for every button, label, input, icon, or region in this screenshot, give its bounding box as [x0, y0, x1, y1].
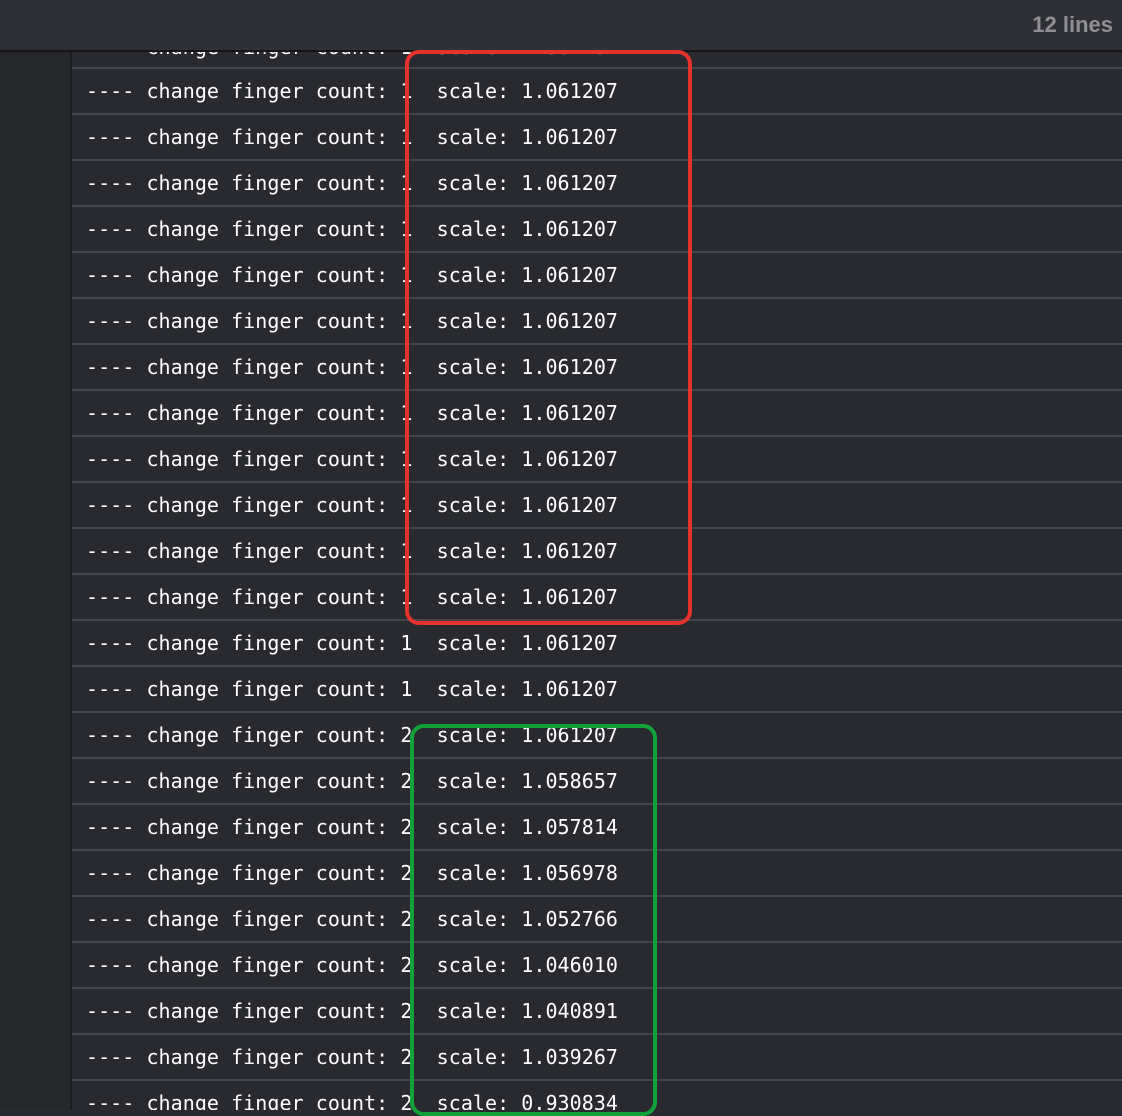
- log-line-text: ---- change finger count: 1 scale: 1.061…: [86, 125, 619, 149]
- log-line: ---- change finger count: 2 scale: 1.040…: [72, 989, 1122, 1035]
- log-line: ---- change finger count: 1 scale: 1.061…: [72, 207, 1122, 253]
- log-line-text: ---- change finger count: 2 scale: 1.061…: [86, 723, 619, 747]
- console-log-list: ---- change finger count: 1 scale: 1.061…: [72, 52, 1122, 1110]
- log-line: ---- change finger count: 1 scale: 1.061…: [72, 575, 1122, 621]
- log-line: ---- change finger count: 2 scale: 1.058…: [72, 759, 1122, 805]
- log-line-text: ---- change finger count: 1 scale: 1.061…: [86, 585, 619, 609]
- log-line: ---- change finger count: 1 scale: 1.061…: [72, 299, 1122, 345]
- log-line: ---- change finger count: 2 scale: 1.057…: [72, 805, 1122, 851]
- log-line: ---- change finger count: 2 scale: 1.046…: [72, 943, 1122, 989]
- log-line-text: ---- change finger count: 2 scale: 0.930…: [86, 1091, 619, 1110]
- log-line-text: ---- change finger count: 2 scale: 1.040…: [86, 999, 619, 1023]
- console-log-area[interactable]: ---- change finger count: 1 scale: 1.061…: [72, 52, 1122, 1110]
- log-line-text: ---- change finger count: 2 scale: 1.046…: [86, 953, 619, 977]
- log-line: ---- change finger count: 1 scale: 1.061…: [72, 115, 1122, 161]
- log-line-text: ---- change finger count: 2 scale: 1.058…: [86, 769, 619, 793]
- log-line: ---- change finger count: 2 scale: 0.930…: [72, 1081, 1122, 1110]
- log-line-text: ---- change finger count: 1 scale: 1.061…: [86, 401, 619, 425]
- log-line: ---- change finger count: 1 scale: 1.061…: [72, 667, 1122, 713]
- log-line-text: ---- change finger count: 1 scale: 1.061…: [86, 263, 619, 287]
- log-line-text: ---- change finger count: 1 scale: 1.061…: [86, 631, 619, 655]
- log-line-text: ---- change finger count: 2 scale: 1.056…: [86, 861, 619, 885]
- log-line: ---- change finger count: 1 scale: 1.061…: [72, 161, 1122, 207]
- log-line: ---- change finger count: 1 scale: 1.061…: [72, 345, 1122, 391]
- line-count-label: 12 lines: [1032, 12, 1113, 37]
- log-line-text: ---- change finger count: 1 scale: 1.061…: [86, 52, 618, 60]
- log-line-text: ---- change finger count: 2 scale: 1.039…: [86, 1045, 619, 1069]
- log-line-text: ---- change finger count: 1 scale: 1.061…: [86, 355, 619, 379]
- log-line: ---- change finger count: 2 scale: 1.061…: [72, 713, 1122, 759]
- log-line: ---- change finger count: 1 scale: 1.061…: [72, 529, 1122, 575]
- log-line-text: ---- change finger count: 1 scale: 1.061…: [86, 493, 619, 517]
- log-line-text: ---- change finger count: 1 scale: 1.061…: [86, 447, 619, 471]
- log-line-text: ---- change finger count: 2 scale: 1.057…: [86, 815, 619, 839]
- log-line-partial: ---- change finger count: 1 scale: 1.061…: [72, 52, 1122, 69]
- log-line-text: ---- change finger count: 2 scale: 1.052…: [86, 907, 619, 931]
- log-line: ---- change finger count: 1 scale: 1.061…: [72, 391, 1122, 437]
- log-line: ---- change finger count: 2 scale: 1.039…: [72, 1035, 1122, 1081]
- console-toolbar: 12 lines: [0, 0, 1122, 52]
- log-line-text: ---- change finger count: 1 scale: 1.061…: [86, 677, 619, 701]
- log-line: ---- change finger count: 1 scale: 1.061…: [72, 483, 1122, 529]
- log-line: ---- change finger count: 2 scale: 1.052…: [72, 897, 1122, 943]
- log-line: ---- change finger count: 2 scale: 1.056…: [72, 851, 1122, 897]
- log-line-text: ---- change finger count: 1 scale: 1.061…: [86, 79, 619, 103]
- log-line-text: ---- change finger count: 1 scale: 1.061…: [86, 217, 619, 241]
- log-line-text: ---- change finger count: 1 scale: 1.061…: [86, 309, 619, 333]
- log-line: ---- change finger count: 1 scale: 1.061…: [72, 621, 1122, 667]
- log-line: ---- change finger count: 1 scale: 1.061…: [72, 253, 1122, 299]
- log-line-text: ---- change finger count: 1 scale: 1.061…: [86, 171, 619, 195]
- log-line: ---- change finger count: 1 scale: 1.061…: [72, 437, 1122, 483]
- console-gutter: [0, 52, 72, 1110]
- log-line-text: ---- change finger count: 1 scale: 1.061…: [86, 539, 619, 563]
- log-line: ---- change finger count: 1 scale: 1.061…: [72, 69, 1122, 115]
